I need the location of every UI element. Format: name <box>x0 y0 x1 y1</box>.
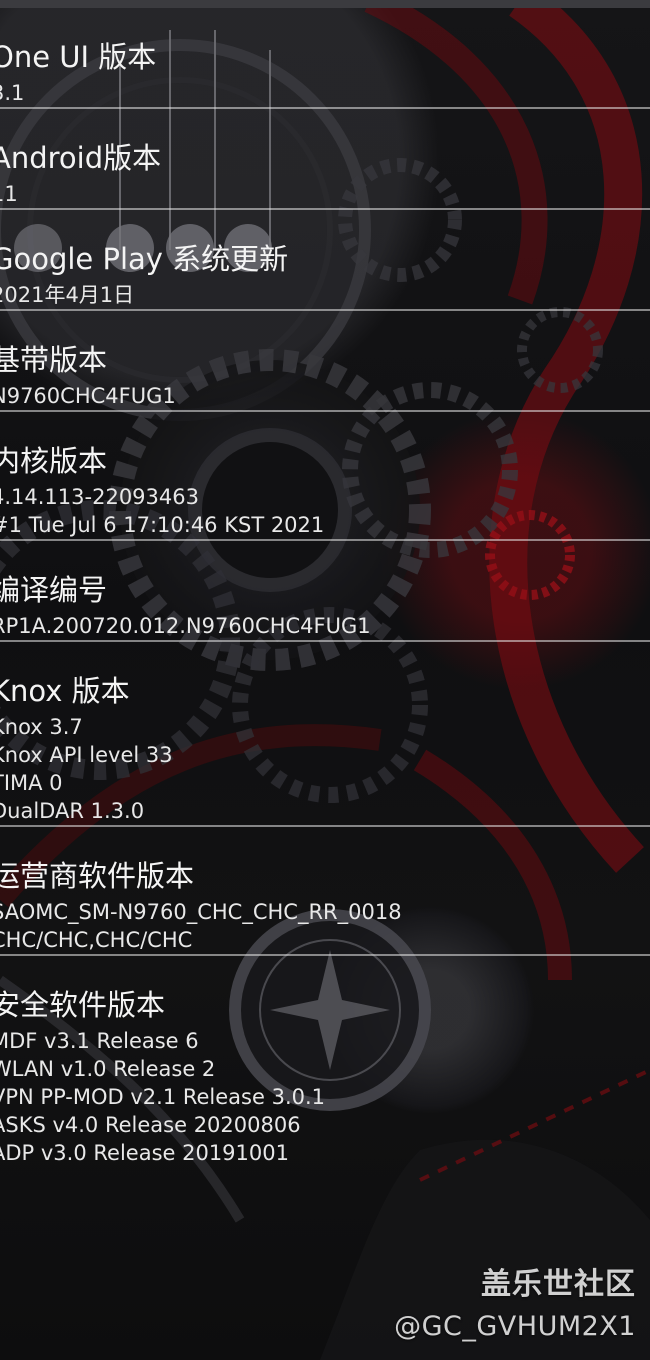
software-info-list: One UI 版本 3.1 Android版本 11 Google Play 系… <box>0 8 650 1167</box>
watermark-username: @GC_GVHUM2X1 <box>394 1311 636 1342</box>
item-value: CHC/CHC,CHC/CHC <box>0 928 193 952</box>
item-title: Google Play 系统更新 <box>0 242 289 276</box>
item-value: 3.1 <box>0 81 25 105</box>
item-title: 基带版本 <box>0 343 108 377</box>
item-value: Knox 3.7 <box>0 715 83 739</box>
item-title: One UI 版本 <box>0 40 157 74</box>
list-item-baseband-version[interactable]: 基带版本 N9760CHC4FUG1 <box>0 311 650 412</box>
item-value: RP1A.200720.012.N9760CHC4FUG1 <box>0 614 371 638</box>
community-watermark: 盖乐世社区 @GC_GVHUM2X1 <box>394 1259 636 1342</box>
list-item-google-play-system-update[interactable]: Google Play 系统更新 2021年4月1日 <box>0 210 650 311</box>
list-item-android-version[interactable]: Android版本 11 <box>0 109 650 210</box>
item-value: SAOMC_SM-N9760_CHC_CHC_RR_0018 <box>0 900 402 924</box>
item-value: ADP v3.0 Release 20191001 <box>0 1141 289 1165</box>
item-value: TIMA 0 <box>0 771 63 795</box>
item-value: Knox API level 33 <box>0 743 173 767</box>
list-item-knox-version[interactable]: Knox 版本 Knox 3.7 Knox API level 33 TIMA … <box>0 642 650 827</box>
item-value: 4.14.113-22093463 <box>0 485 199 509</box>
item-value: VPN PP-MOD v2.1 Release 3.0.1 <box>0 1085 326 1109</box>
list-item-carrier-software-version[interactable]: 运营商软件版本 SAOMC_SM-N9760_CHC_CHC_RR_0018 C… <box>0 827 650 956</box>
item-value: 11 <box>0 182 18 206</box>
item-title: Knox 版本 <box>0 674 130 708</box>
watermark-brand: 盖乐世社区 <box>481 1267 636 1302</box>
list-item-build-number[interactable]: 编译编号 RP1A.200720.012.N9760CHC4FUG1 <box>0 541 650 642</box>
item-value: MDF v3.1 Release 6 <box>0 1029 199 1053</box>
item-value: #1 Tue Jul 6 17:10:46 KST 2021 <box>0 513 325 537</box>
item-title: Android版本 <box>0 141 162 175</box>
item-title: 编译编号 <box>0 573 108 607</box>
item-title: 安全软件版本 <box>0 988 166 1022</box>
item-value: WLAN v1.0 Release 2 <box>0 1057 216 1081</box>
item-title: 运营商软件版本 <box>0 859 195 893</box>
item-value: 2021年4月1日 <box>0 283 135 307</box>
item-value: ASKS v4.0 Release 20200806 <box>0 1113 301 1137</box>
list-item-security-software-version[interactable]: 安全软件版本 MDF v3.1 Release 6 WLAN v1.0 Rele… <box>0 956 650 1167</box>
top-bar-strip <box>0 0 650 8</box>
item-value: DualDAR 1.3.0 <box>0 799 145 823</box>
item-value: N9760CHC4FUG1 <box>0 384 176 408</box>
list-item-one-ui-version[interactable]: One UI 版本 3.1 <box>0 8 650 109</box>
list-item-kernel-version[interactable]: 内核版本 4.14.113-22093463 #1 Tue Jul 6 17:1… <box>0 412 650 541</box>
item-title: 内核版本 <box>0 444 108 478</box>
